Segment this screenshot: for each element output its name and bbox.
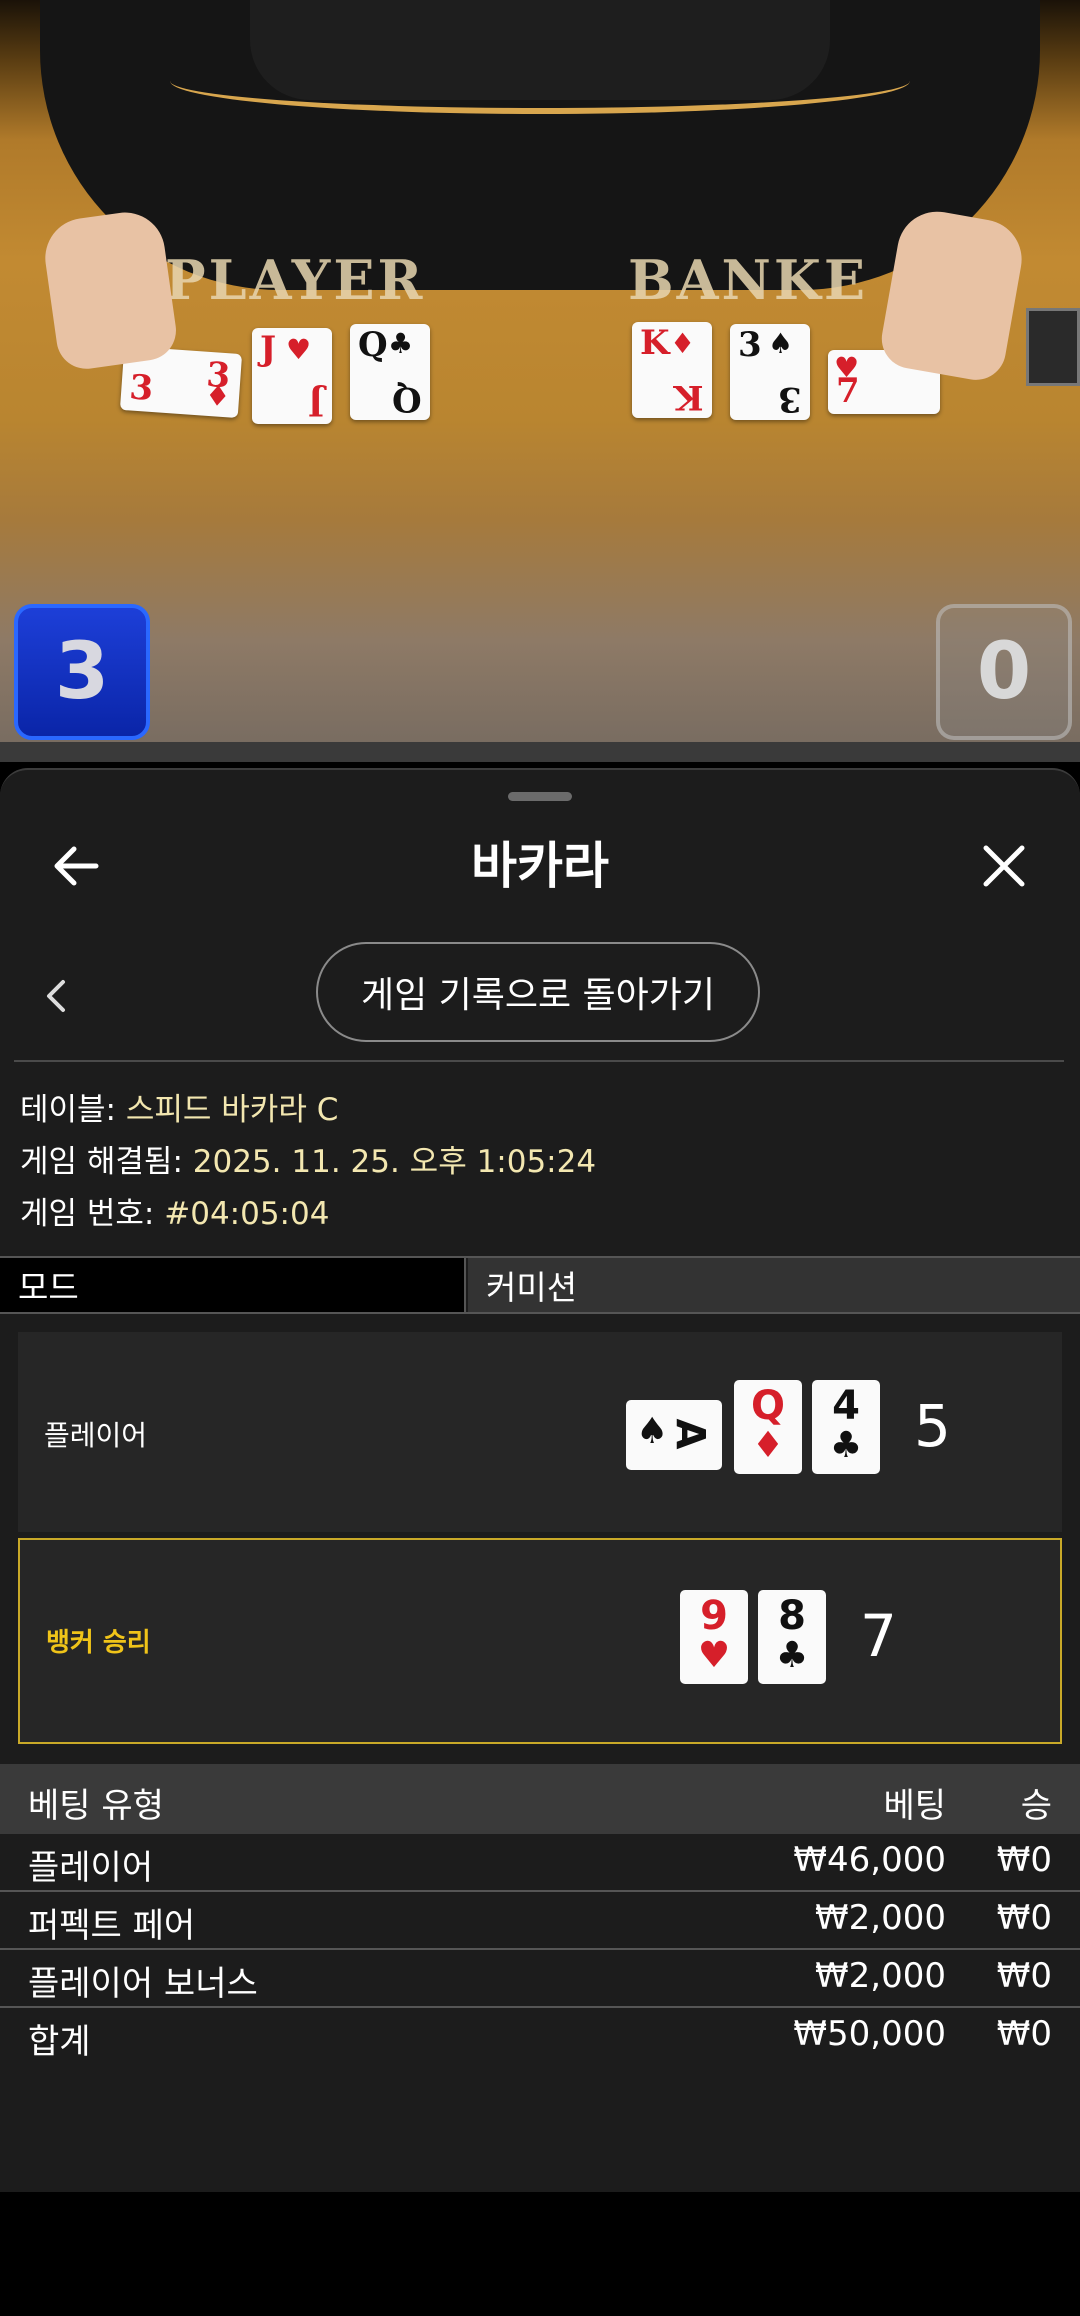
win-amount: ₩0 bbox=[996, 1898, 1052, 1938]
felt-card: J ♥ J bbox=[252, 328, 332, 424]
player-result-row: 플레이어 A ♠ Q ♦ 4 ♣ 5 bbox=[18, 1332, 1062, 1532]
player-card-3: 4 ♣ bbox=[812, 1380, 880, 1474]
table-value: 스피드 바카라 C bbox=[125, 1092, 339, 1128]
bet-type: 퍼펙트 페어 bbox=[28, 1906, 196, 1946]
card-rank: 4 bbox=[832, 1383, 860, 1429]
card-suit: ♦ bbox=[751, 1425, 785, 1466]
resolved-value: 2025. 11. 25. 오후 1:05:24 bbox=[192, 1144, 597, 1180]
table-row-total: 합계 ₩50,000 ₩0 bbox=[0, 2008, 1080, 2064]
tab-commission[interactable]: 커미션 bbox=[468, 1258, 1080, 1312]
felt-player-label: PLAYER bbox=[165, 248, 426, 312]
win-amount: ₩0 bbox=[996, 1840, 1052, 1880]
drag-handle[interactable] bbox=[508, 792, 572, 801]
win-amount: ₩0 bbox=[996, 1956, 1052, 1996]
card-rank: 8 bbox=[778, 1593, 806, 1639]
divider bbox=[14, 1060, 1064, 1062]
card-shoe bbox=[1026, 308, 1080, 386]
table-info: 테이블: 스피드 바카라 C bbox=[20, 1084, 338, 1129]
header-bet: 베팅 bbox=[883, 1786, 946, 1826]
player-score-badge: 3 bbox=[14, 604, 150, 740]
road-strip bbox=[0, 742, 1080, 762]
resolved-label: 게임 해결됨: bbox=[20, 1144, 183, 1180]
close-button[interactable] bbox=[968, 830, 1040, 902]
table-label: 테이블: bbox=[20, 1092, 117, 1128]
player-card-2: Q ♦ bbox=[734, 1380, 802, 1474]
card-suit: ♣ bbox=[775, 1635, 809, 1676]
card-suit: ♣ bbox=[829, 1425, 863, 1466]
bet-amount: ₩46,000 bbox=[793, 1840, 946, 1880]
live-video-feed: PLAYER BANKE 3 ♦ 3 J ♥ J Q ♣ Q K ♦ K 3 ♠ 3 7 ♥ 3 0 bbox=[0, 0, 1080, 762]
bet-amount: ₩2,000 bbox=[815, 1956, 946, 1996]
back-to-history-button[interactable]: 게임 기록으로 돌아가기 bbox=[316, 942, 760, 1042]
felt-banker-label: BANKE bbox=[628, 248, 868, 312]
banker-win-label: 뱅커 승리 bbox=[46, 1628, 151, 1658]
game-number-value: #04:05:04 bbox=[164, 1196, 330, 1232]
banker-total: 7 bbox=[860, 1602, 897, 1670]
mode-tabs: 모드 커미션 bbox=[0, 1256, 1080, 1314]
previous-game-button[interactable] bbox=[30, 970, 82, 1022]
table-edge bbox=[170, 48, 910, 114]
table-row: 플레이어 ₩46,000 ₩0 bbox=[0, 1834, 1080, 1892]
bet-amount: ₩50,000 bbox=[793, 2014, 946, 2054]
game-detail-sheet: 바카라 게임 기록으로 돌아가기 테이블: 스피드 바카라 C 게임 해결됨: … bbox=[0, 768, 1080, 2192]
banker-card-2: 8 ♣ bbox=[758, 1590, 826, 1684]
felt-card: 3 ♠ 3 bbox=[730, 324, 810, 420]
banker-result-row: 뱅커 승리 9 ♥ 8 ♣ 7 bbox=[18, 1538, 1062, 1744]
game-number-label: 게임 번호: bbox=[20, 1196, 155, 1232]
card-rank: A bbox=[666, 1418, 713, 1450]
chevron-left-icon bbox=[47, 980, 65, 1012]
card-rank: 9 bbox=[700, 1593, 728, 1639]
bet-amount: ₩2,000 bbox=[815, 1898, 946, 1938]
banker-score-badge: 0 bbox=[936, 604, 1072, 740]
card-rank: Q bbox=[750, 1383, 785, 1429]
sheet-title: 바카라 bbox=[471, 837, 609, 895]
player-result-label: 플레이어 bbox=[44, 1419, 148, 1452]
felt-card: Q ♣ Q bbox=[350, 324, 430, 420]
felt-card: K ♦ K bbox=[632, 322, 712, 418]
game-number-info: 게임 번호: #04:05:04 bbox=[20, 1188, 329, 1233]
resolved-info: 게임 해결됨: 2025. 11. 25. 오후 1:05:24 bbox=[20, 1136, 596, 1181]
bet-type: 플레이어 bbox=[28, 1848, 154, 1888]
player-card-1: A ♠ bbox=[626, 1400, 722, 1470]
table-row: 퍼펙트 페어 ₩2,000 ₩0 bbox=[0, 1892, 1080, 1950]
bet-type: 합계 bbox=[28, 2022, 91, 2062]
tab-mode[interactable]: 모드 bbox=[0, 1258, 466, 1312]
card-suit: ♥ bbox=[697, 1635, 731, 1676]
banker-card-1: 9 ♥ bbox=[680, 1590, 748, 1684]
card-suit: ♠ bbox=[636, 1411, 669, 1452]
player-total: 5 bbox=[914, 1392, 951, 1460]
close-icon bbox=[983, 845, 1025, 887]
header-win: 승 bbox=[1020, 1786, 1052, 1826]
dealer-left-hand bbox=[40, 207, 180, 373]
win-amount: ₩0 bbox=[996, 2014, 1052, 2054]
table-row: 플레이어 보너스 ₩2,000 ₩0 bbox=[0, 1950, 1080, 2008]
bet-type: 플레이어 보너스 bbox=[28, 1964, 258, 2004]
bets-header-row: 베팅 유형 베팅 승 bbox=[0, 1764, 1080, 1834]
header-bet-type: 베팅 유형 bbox=[28, 1786, 164, 1826]
